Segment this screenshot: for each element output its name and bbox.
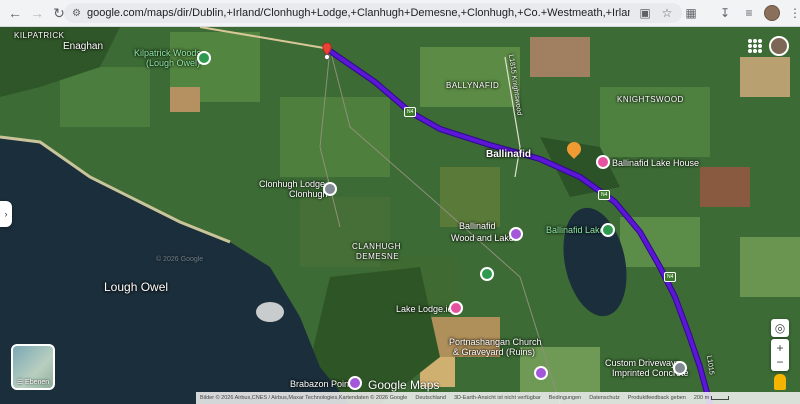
url-actions: ▣ ☆ xyxy=(630,3,682,23)
place-label-ballinafid: Ballinafid xyxy=(486,149,532,160)
layers-button[interactable]: ☰ Ebenen xyxy=(11,344,55,390)
profile-avatar[interactable] xyxy=(764,5,780,21)
zoom-in-button[interactable]: + xyxy=(776,341,783,355)
expand-panel-button[interactable]: › xyxy=(0,201,12,227)
poi-label-brabazon-point[interactable]: Brabazon Point xyxy=(290,379,352,389)
scale-bar xyxy=(711,396,730,400)
poi-label-kilpatrick-woods-sub[interactable]: (Lough Owel) xyxy=(146,58,200,68)
scale-text: 200 m xyxy=(693,395,710,401)
poi-label-ballinafid-wood-sub[interactable]: Wood and Lake xyxy=(451,233,514,243)
toolbar-right: ▦ ↧ ≡ ⋮ xyxy=(682,3,800,23)
feedback-link[interactable]: Produktfeedback geben xyxy=(628,395,686,401)
layers-icon: ☰ xyxy=(16,379,24,386)
cast-icon[interactable]: ▣ xyxy=(636,4,654,22)
earth-notice: 3D-Earth-Ansicht ist nicht verfügbar xyxy=(453,395,541,401)
back-icon[interactable]: ← xyxy=(4,2,26,24)
area-label-demesne: DEMESNE xyxy=(356,252,400,261)
lodge-pin-icon[interactable] xyxy=(449,301,463,315)
lodging-pin-icon[interactable] xyxy=(596,155,610,169)
my-location-button[interactable]: ◎ xyxy=(771,319,789,337)
area-label-knightswood: KNIGHTSWOOD xyxy=(617,95,684,104)
map-imagery xyxy=(0,27,800,404)
area-label-kilpatrick: KILPATRICK xyxy=(14,31,65,40)
site-info-icon[interactable]: ⚙ xyxy=(72,8,81,19)
road-sign-n4: N4 xyxy=(598,190,611,200)
menu-icon[interactable]: ⋮ xyxy=(786,4,800,22)
star-pin-icon[interactable] xyxy=(480,267,494,281)
reading-list-icon[interactable]: ≡ xyxy=(740,4,758,22)
terms-link[interactable]: Bedingungen xyxy=(549,395,581,401)
address-bar[interactable]: ⚙ google.com/maps/dir/Dublin,+Irland/Clo… xyxy=(64,3,682,23)
poi-label-lake-lodge[interactable]: Lake Lodge.ie xyxy=(396,304,453,314)
scale-indicator[interactable]: 200 m xyxy=(693,395,730,401)
poi-label-clonhugh-lodge-sub[interactable]: Clonhugh xyxy=(289,189,328,199)
poi-label-kilpatrick-woods[interactable]: Kilpatrick Woods xyxy=(134,48,201,58)
poi-label-custom-driveways[interactable]: Custom Driveways xyxy=(605,358,680,368)
extensions-icon[interactable]: ▦ xyxy=(682,4,700,22)
church-pin-icon[interactable] xyxy=(534,366,548,380)
poi-label-ballinafid-lake[interactable]: Ballinafid Lake xyxy=(546,225,605,235)
bookmark-star-icon[interactable]: ☆ xyxy=(658,4,676,22)
location-target-icon: ◎ xyxy=(774,321,786,335)
imagery-attribution: Bilder © 2026 Airbus,CNES / Airbus,Maxar… xyxy=(200,395,408,401)
business-pin-icon[interactable] xyxy=(673,361,687,375)
download-icon[interactable]: ↧ xyxy=(716,4,734,22)
zoom-out-button[interactable]: − xyxy=(776,355,783,369)
poi-label-ballinafid-lake-house[interactable]: Ballinafid Lake House xyxy=(612,158,699,168)
poi-label-ballinafid-wood[interactable]: Ballinafid xyxy=(459,221,496,231)
privacy-link[interactable]: Datenschutz xyxy=(589,395,620,401)
park-pin-icon[interactable] xyxy=(197,51,211,65)
poi-label-clonhugh-lodge[interactable]: Clonhugh Lodge, xyxy=(259,179,328,189)
viewpoint-pin-icon[interactable] xyxy=(348,376,362,390)
satellite-map[interactable]: KILPATRICK Enaghan Kilpatrick Woods (Lou… xyxy=(0,27,800,404)
google-maps-logo: Google Maps xyxy=(368,378,440,392)
pegman-street-view-icon[interactable] xyxy=(774,374,786,390)
map-watermark: © 2026 Google xyxy=(156,256,204,263)
place-label-lough-owel: Lough Owel xyxy=(104,280,169,294)
google-apps-icon[interactable] xyxy=(748,39,762,53)
browser-toolbar: ← → ↻ ⚙ google.com/maps/dir/Dublin,+Irla… xyxy=(0,0,800,27)
map-footer: Bilder © 2026 Airbus,CNES / Airbus,Maxar… xyxy=(196,392,800,404)
lake-pin-icon[interactable] xyxy=(601,223,615,237)
area-label-clanhugh: CLANHUGH xyxy=(352,242,401,251)
attraction-pin-icon[interactable] xyxy=(509,227,523,241)
layers-text: Ebenen xyxy=(25,379,50,386)
place-label-enaghan: Enaghan xyxy=(63,41,104,52)
country-link[interactable]: Deutschland xyxy=(415,395,446,401)
account-avatar[interactable] xyxy=(769,36,789,56)
poi-label-portnashangan[interactable]: Portnashangan Church xyxy=(449,337,542,347)
chevron-right-icon: › xyxy=(4,209,8,219)
zoom-controls: + − xyxy=(771,339,789,371)
layers-label: ☰ Ebenen xyxy=(13,378,53,386)
poi-label-portnashangan-sub[interactable]: & Graveyard (Ruins) xyxy=(453,347,535,357)
destination-pin-icon[interactable] xyxy=(323,182,337,196)
url-text[interactable]: google.com/maps/dir/Dublin,+Irland/Clonh… xyxy=(87,7,682,19)
forward-icon[interactable]: → xyxy=(26,2,48,24)
road-sign-n4: N4 xyxy=(404,107,417,117)
road-sign-n4: N4 xyxy=(664,272,677,282)
area-label-ballynafid: BALLYNAFID xyxy=(446,81,500,90)
